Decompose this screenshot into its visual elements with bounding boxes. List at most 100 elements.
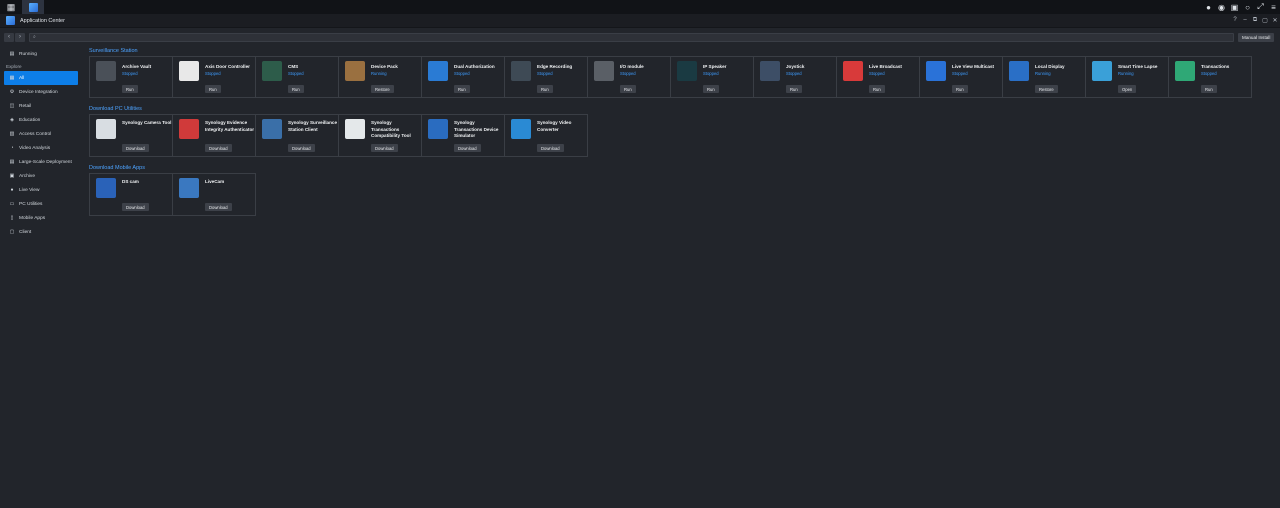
app-action-button[interactable]: Download	[122, 203, 149, 211]
app-action-button[interactable]: Run	[288, 85, 304, 93]
app-status: Stopped	[537, 70, 553, 76]
app-action-button[interactable]: Download	[205, 144, 232, 152]
sidebar-item-retail[interactable]: ◫ Retail	[4, 99, 78, 113]
app-action-button[interactable]: Run	[620, 85, 636, 93]
app-name: Transactions Stopped	[1201, 64, 1251, 77]
sidebar-item-all[interactable]: ▦ All	[4, 71, 78, 85]
app-card[interactable]: IP Speaker Stopped Run	[671, 57, 754, 98]
sidebar-item-video-analysis[interactable]: ◔ Video Analysis	[4, 141, 78, 155]
app-action-button[interactable]: Download	[288, 144, 315, 152]
app-card[interactable]: Synology Transactions Compatibility Tool…	[339, 115, 422, 157]
widgets-icon[interactable]: ▣	[1228, 0, 1241, 14]
app-action-button[interactable]: Run	[537, 85, 553, 93]
app-action-button[interactable]: Download	[454, 144, 481, 152]
sidebar-item-client[interactable]: ▢ Client	[4, 225, 78, 239]
app-card[interactable]: Synology Evidence Integrity Authenticato…	[173, 115, 256, 157]
app-status: Stopped	[703, 70, 719, 76]
sidebar-item-mobile-apps[interactable]: ▯ Mobile Apps	[4, 211, 78, 225]
app-action-button[interactable]: Open	[1118, 85, 1137, 93]
app-status: Stopped	[454, 70, 470, 76]
app-card[interactable]: Edge Recording Stopped Run	[505, 57, 588, 98]
app-action-button[interactable]: Run	[454, 85, 470, 93]
app-name: Dual Authorization Stopped	[454, 64, 504, 77]
app-card[interactable]: Synology Video Converter Download	[505, 115, 588, 157]
app-card[interactable]: Synology Transactions Device Simulator Do…	[422, 115, 505, 157]
app-action-button[interactable]: Run	[122, 85, 138, 93]
app-action-button[interactable]: Download	[205, 203, 232, 211]
app-action-button[interactable]: Restore	[371, 85, 394, 93]
app-action-button[interactable]: Restore	[1035, 85, 1058, 93]
manual-install-button[interactable]: Manual Install	[1238, 32, 1275, 42]
forward-button[interactable]: ›	[15, 32, 25, 42]
app-name: Smart Time Lapse Running	[1118, 64, 1168, 77]
sidebar-item-access-control[interactable]: ▥ Access Control	[4, 127, 78, 141]
sidebar-item-running[interactable]: ▤ Running	[4, 47, 78, 61]
maximize-icon[interactable]: ▢	[1260, 17, 1270, 24]
sidebar-item-education[interactable]: ◈ Education	[4, 113, 78, 127]
app-card[interactable]: Device Pack Running Restore	[339, 57, 422, 98]
live-view-icon: ●	[10, 187, 14, 193]
sidebar-item-device-integration[interactable]: ⚙ Device Integration	[4, 85, 78, 99]
app-card[interactable]: I/O module Stopped Run	[588, 57, 671, 98]
app-card[interactable]: Synology Camera Tool Download	[90, 115, 173, 157]
app-action-button[interactable]: Download	[371, 144, 398, 152]
lock-icon: ▥	[9, 131, 15, 137]
app-name: Synology Surveillance Station Client	[288, 120, 338, 132]
app-card[interactable]: Archive Vault Stopped Run	[90, 57, 173, 98]
app-card[interactable]: Synology Surveillance Station Client Down…	[256, 115, 339, 157]
app-action-button[interactable]: Run	[786, 85, 802, 93]
multicast-icon	[926, 61, 946, 81]
app-card[interactable]: Axis Door Controller Stopped Run	[173, 57, 256, 98]
app-card[interactable]: Transactions Stopped Run	[1169, 57, 1252, 98]
app-action-button[interactable]: Run	[703, 85, 719, 93]
application-center-taskbar-icon[interactable]	[22, 0, 44, 14]
app-action-button[interactable]: Run	[952, 85, 968, 93]
app-action-button[interactable]: Run	[205, 85, 221, 93]
app-card[interactable]: Live View Multicast Stopped Run	[920, 57, 1003, 98]
app-name: Live Broadcast Stopped	[869, 64, 919, 77]
package-icon	[345, 61, 365, 81]
app-action-button[interactable]: Download	[122, 144, 149, 152]
sidebar-item-pc-utilities[interactable]: ▭ PC Utilities	[4, 197, 78, 211]
app-grid: DS cam Download LiveCam Download	[89, 173, 256, 216]
app-card[interactable]: Live Broadcast Stopped Run	[837, 57, 920, 98]
sidebar-item-live-view[interactable]: ● Live View	[4, 183, 78, 197]
app-card[interactable]: Joystick Stopped Run	[754, 57, 837, 98]
options-icon[interactable]: ≡	[1267, 0, 1280, 14]
back-button[interactable]: ‹	[4, 32, 14, 42]
sidebar-item-archive[interactable]: ▣ Archive	[4, 169, 78, 183]
help-icon[interactable]: ?	[1230, 17, 1240, 24]
edge-recording-icon	[511, 61, 531, 81]
chat-icon[interactable]: ●	[1202, 0, 1215, 14]
app-card[interactable]: Local Display Running Restore	[1003, 57, 1086, 98]
app-action-button[interactable]: Run	[869, 85, 885, 93]
app-grid: Archive Vault Stopped Run Axis Door Control…	[89, 56, 1252, 98]
sidebar-item-large-scale-deployment[interactable]: ▤ Large-Scale Deployment	[4, 155, 78, 169]
main-menu-icon[interactable]: ▦	[0, 0, 22, 14]
app-status: Stopped	[205, 70, 221, 76]
compatibility-icon	[345, 119, 365, 139]
app-action-button[interactable]: Run	[1201, 85, 1217, 93]
app-status: Running	[1118, 70, 1134, 76]
app-card[interactable]: CMS Stopped Run	[256, 57, 339, 98]
app-card[interactable]: Smart Time Lapse Running Open	[1086, 57, 1169, 98]
app-action-button[interactable]: Download	[537, 144, 564, 152]
search-icon[interactable]: ○	[1241, 0, 1254, 14]
fullscreen-icon[interactable]: ⤢	[1254, 0, 1267, 14]
minimize-icon[interactable]: –	[1240, 17, 1250, 24]
user-icon[interactable]: ◉	[1215, 0, 1228, 14]
app-card[interactable]: LiveCam Download	[173, 174, 256, 216]
app-name: CMS Stopped	[288, 64, 338, 77]
app-card[interactable]: DS cam Download	[90, 174, 173, 216]
speaker-icon	[677, 61, 697, 81]
search-input[interactable]	[37, 34, 1218, 40]
app-name: Synology Transactions Device Simulator	[454, 120, 499, 138]
restore-icon[interactable]: ⧉	[1250, 17, 1260, 24]
taskbar: ▦ ● ◉ ▣ ○ ⤢ ≡	[0, 0, 1280, 14]
joystick-icon	[760, 61, 780, 81]
device-icon: ⚙	[9, 89, 15, 95]
close-icon[interactable]: ✕	[1270, 17, 1280, 24]
app-name: I/O module Stopped	[620, 64, 670, 77]
app-card[interactable]: Dual Authorization Stopped Run	[422, 57, 505, 98]
app-name: Edge Recording Stopped	[537, 64, 587, 77]
